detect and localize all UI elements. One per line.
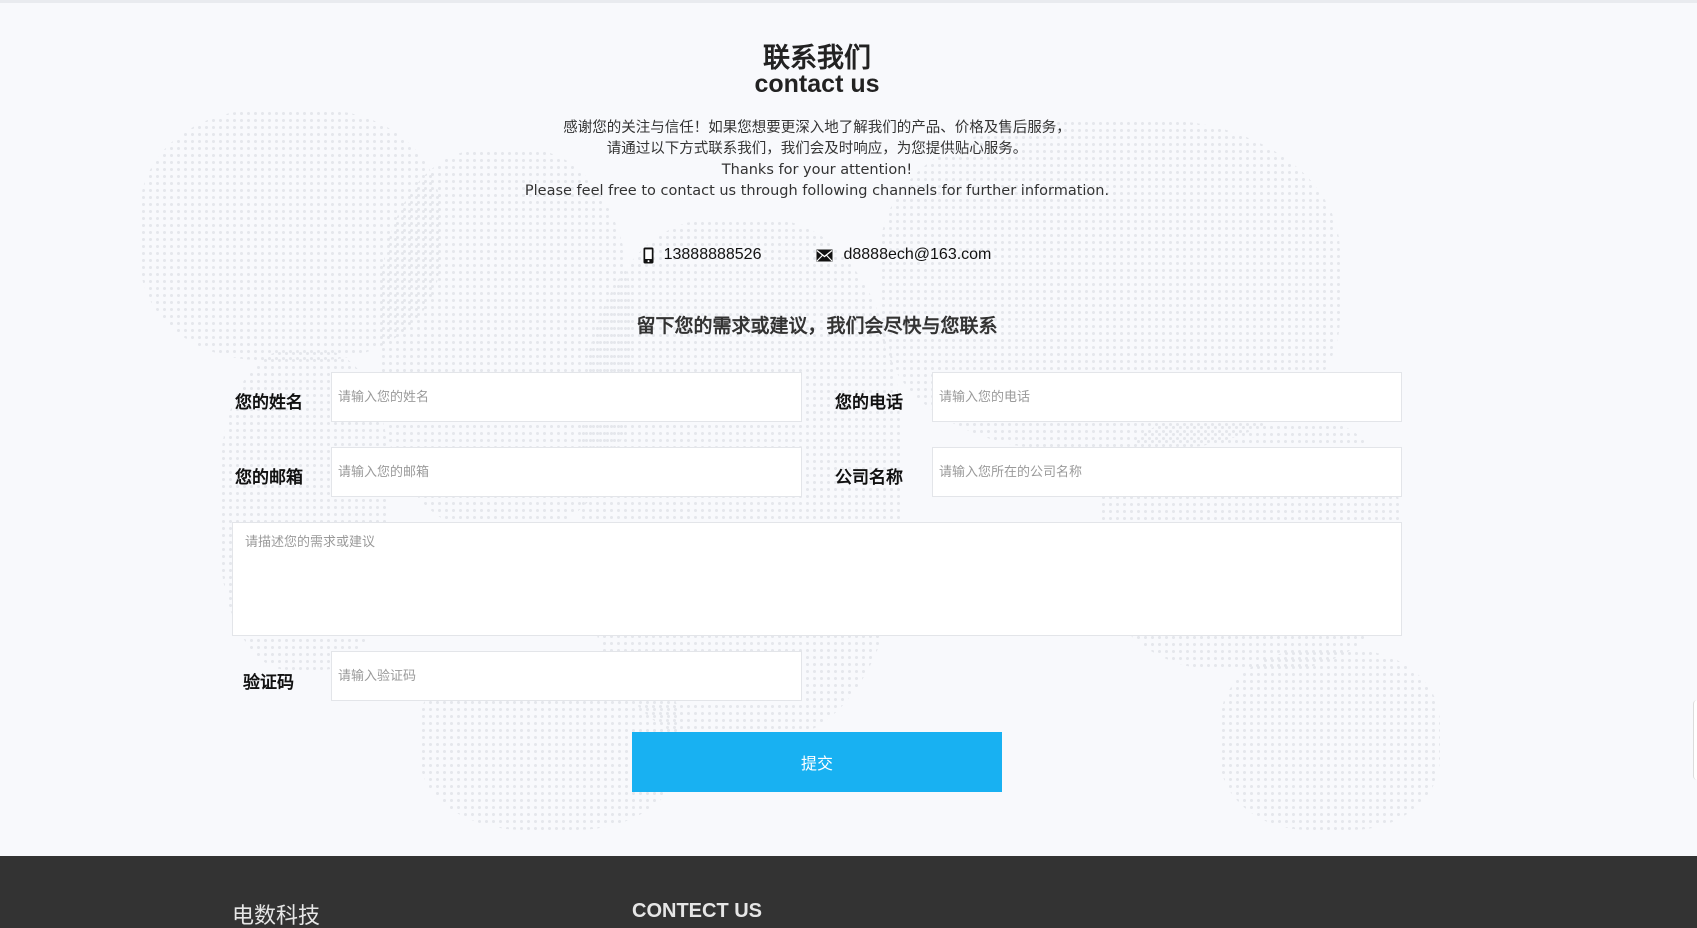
page-subtitle: contact us <box>754 70 880 98</box>
email-label: 您的邮箱 <box>235 468 303 488</box>
side-float-tab[interactable] <box>1693 700 1697 780</box>
intro-line: 感谢您的关注与信任！如果您想要更深入地了解我们的产品、价格及售后服务， <box>563 120 1071 136</box>
phone-label: 您的电话 <box>835 393 903 413</box>
envelope-icon <box>816 249 833 262</box>
intro-line: Please feel free to contact us through f… <box>524 183 1110 199</box>
captcha-input[interactable] <box>331 651 802 701</box>
phone-contact: 13888888526 <box>643 246 762 264</box>
contact-info: 13888888526 d8888ech@163.com <box>0 246 1634 264</box>
name-label: 您的姓名 <box>235 393 303 413</box>
phone-input[interactable] <box>932 372 1402 422</box>
phone-number: 13888888526 <box>663 246 762 263</box>
page: 联系我们 contact us 感谢您的关注与信任！如果您想要更深入地了解我们的… <box>0 0 1697 928</box>
company-input[interactable] <box>932 447 1402 497</box>
name-input[interactable] <box>331 372 802 422</box>
intro-text: 感谢您的关注与信任！如果您想要更深入地了解我们的产品、价格及售后服务， 请通过以… <box>0 118 1634 202</box>
intro-line: Thanks for your attention! <box>721 162 913 178</box>
intro-line: 请通过以下方式联系我们，我们会及时响应，为您提供贴心服务。 <box>606 141 1028 157</box>
form-heading: 留下您的需求或建议，我们会尽快与您联系 <box>636 315 998 337</box>
footer-contact-heading: CONTECT US <box>632 900 762 922</box>
company-label: 公司名称 <box>835 468 903 488</box>
submit-button[interactable]: 提交 <box>632 732 1002 792</box>
footer: 电数科技 CONTECT US <box>0 856 1697 928</box>
message-textarea[interactable] <box>232 522 1402 636</box>
captcha-label: 验证码 <box>243 673 294 693</box>
footer-brand: 电数科技 <box>232 904 321 928</box>
email-contact: d8888ech@163.com <box>816 246 991 264</box>
email-address[interactable]: d8888ech@163.com <box>843 246 991 264</box>
mobile-phone-icon <box>643 247 654 264</box>
contact-section: 联系我们 contact us 感谢您的关注与信任！如果您想要更深入地了解我们的… <box>0 0 1697 856</box>
email-input[interactable] <box>331 447 802 497</box>
